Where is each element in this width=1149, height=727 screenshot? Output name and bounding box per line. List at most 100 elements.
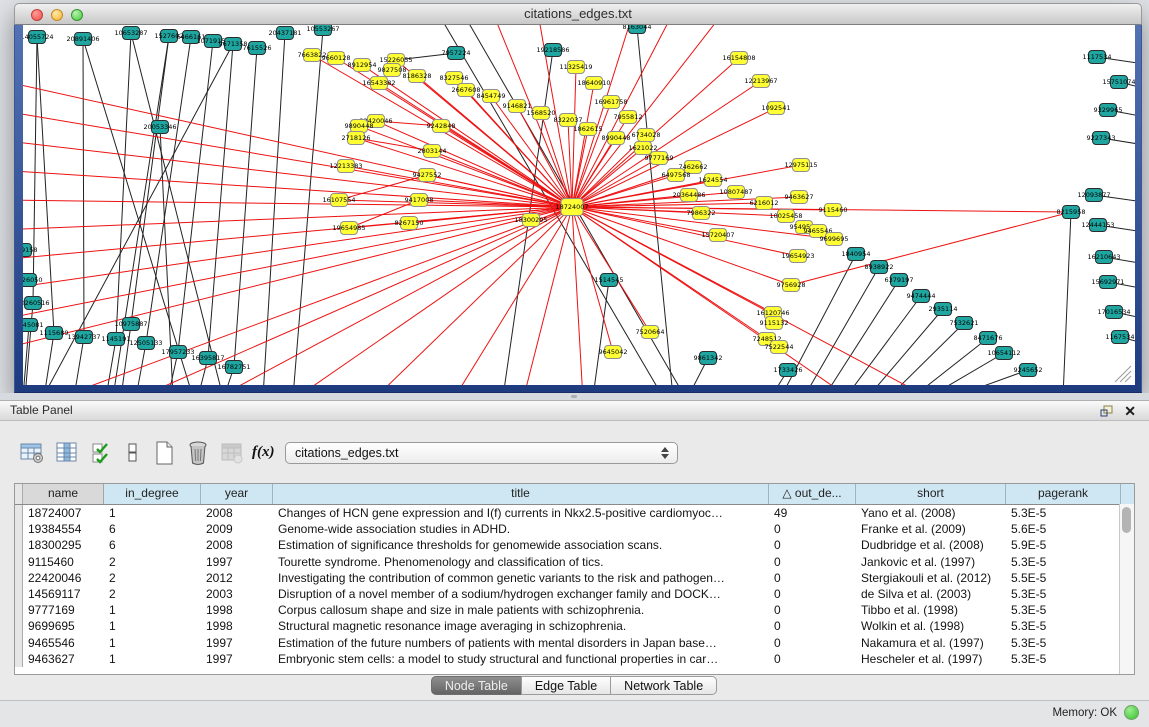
graph-node[interactable]: 1733426 [774,364,803,377]
graph-node[interactable]: 8471676 [974,332,1003,345]
graph-node[interactable]: 18640910 [577,77,610,90]
column-header-title[interactable]: title [273,484,769,504]
close-traffic-light[interactable] [31,9,43,21]
graph-node[interactable]: 6216012 [750,197,779,210]
column-header-in_degree[interactable]: in_degree [104,484,201,504]
graph-node[interactable]: 11325419 [559,61,592,74]
graph-node[interactable]: 10807487 [719,186,752,199]
table-settings-button[interactable] [18,439,46,467]
graph-node[interactable]: 9227343 [1087,132,1116,145]
graph-node[interactable]: 2935114 [929,303,958,316]
graph-node[interactable]: 9645042 [599,346,628,359]
graph-node[interactable]: 19654923 [781,250,814,263]
graph-node[interactable]: 20891406 [66,33,99,46]
graph-node[interactable]: 10654112 [987,347,1020,360]
graph-node[interactable]: 9777169 [645,152,674,165]
float-panel-icon[interactable] [1100,405,1113,417]
graph-node[interactable]: 8267150 [395,217,424,230]
row-options-button[interactable] [119,439,147,467]
graph-node[interactable]: 15751074 [1102,76,1135,89]
column-header-year[interactable]: year [201,484,273,504]
graph-node[interactable]: 9861342 [694,352,723,365]
graph-node[interactable]: 7986322 [687,207,716,220]
graph-node[interactable]: 7615526 [243,42,272,55]
graph-node[interactable]: 7522544 [765,341,794,354]
table-row[interactable]: 946362711997Embryonic stem cells: a mode… [15,651,1134,667]
delete-table-button[interactable] [218,439,246,467]
graph-node[interactable]: 16210643 [1087,251,1120,264]
table-row[interactable]: 911546021997Tourette syndrome. Phenomeno… [15,554,1134,570]
graph-node[interactable]: 8912954 [348,59,377,72]
graph-node[interactable]: 12505133 [129,337,162,350]
graph-node[interactable]: 7532621 [950,317,979,330]
graph-node[interactable]: 12975115 [784,159,817,172]
graph-node[interactable]: 9115460 [819,204,848,217]
table-row[interactable]: 1872400712008Changes of HCN gene express… [15,505,1134,521]
minimize-traffic-light[interactable] [51,9,63,21]
graph-node[interactable]: 10653287 [114,27,147,40]
graph-node[interactable]: 20053346 [143,121,176,134]
graph-node[interactable]: 12213967 [744,75,777,88]
graph-node[interactable]: 15720407 [701,229,734,242]
vertical-scrollbar[interactable] [1119,504,1134,674]
graph-node[interactable]: 17957233 [161,346,194,359]
table-row[interactable]: 977716911998Corpus callosum shape and si… [15,602,1134,618]
close-panel-icon[interactable]: ✕ [1124,403,1136,419]
show-columns-button[interactable] [53,439,81,467]
graph-node[interactable]: 19654985 [332,222,365,235]
graph-node[interactable]: 2626050 [23,274,42,287]
column-header-short[interactable]: short [856,484,1006,504]
graph-node[interactable]: 16154808 [722,52,755,65]
function-builder-button[interactable]: f(x) [252,439,280,467]
graph-node[interactable]: 1167534 [1106,331,1135,344]
graph-node[interactable]: 8938922 [865,261,894,274]
tab-network-table[interactable]: Network Table [610,676,717,695]
graph-node[interactable]: 14055724 [23,31,54,44]
column-header-pagerank[interactable]: pagerank [1006,484,1121,504]
graph-node[interactable]: 1117534 [1083,51,1112,64]
graph-node[interactable]: 10975887 [114,318,147,331]
graph-node[interactable]: 12444153 [1081,219,1114,232]
graph-node[interactable]: 1115689 [40,327,69,340]
graph-node[interactable]: 19218586 [536,44,569,57]
graph-node[interactable]: 10553267 [306,25,339,36]
graph-node[interactable]: 8215958 [1057,206,1086,219]
graph-node[interactable]: 1145191 [102,333,131,346]
graph-node[interactable]: 9427552 [413,169,442,182]
create-column-button[interactable] [150,439,178,467]
delete-column-button[interactable] [184,439,212,467]
graph-node[interactable]: 7520664 [636,326,665,339]
graph-node[interactable]: 2718126 [342,132,371,145]
graph-node[interactable]: 6734028 [632,129,661,142]
column-header-name[interactable]: name [23,484,104,504]
graph-node[interactable]: 7957224 [442,47,471,60]
tab-edge-table[interactable]: Edge Table [521,676,611,695]
graph-node[interactable]: 9890448 [345,120,374,133]
graph-node[interactable]: 1568520 [527,107,556,120]
graph-node[interactable]: 9463627 [785,191,814,204]
graph-node[interactable]: 1319158 [23,244,37,257]
table-row[interactable]: 1830029562008Estimation of significance … [15,537,1134,553]
graph-node[interactable]: 20260516 [23,297,50,310]
table-row[interactable]: 946554611997Estimation of the future num… [15,635,1134,651]
table-row[interactable]: 969969511998Structural magnetic resonanc… [15,618,1134,634]
column-header-out_de[interactable]: △ out_de... [769,484,856,504]
panel-divider[interactable] [0,393,1149,400]
zoom-traffic-light[interactable] [71,9,83,21]
table-row[interactable]: 1938455462009Genome-wide association stu… [15,521,1134,537]
graph-node[interactable]: 12093877 [1077,189,1110,202]
graph-node[interactable]: 6379197 [885,274,914,287]
graph-node[interactable]: 8454749 [477,90,506,103]
graph-node[interactable]: 6497568 [662,169,691,182]
graph-node[interactable]: 20364486 [672,189,705,202]
graph-node[interactable]: 1514545 [595,274,624,287]
graph-node[interactable]: 1862615 [574,123,603,136]
network-canvas[interactable]: 1405572420891406106532871527602646616110… [23,25,1135,385]
memory-status-indicator[interactable] [1124,705,1139,720]
graph-node[interactable]: 9245652 [1014,364,1043,377]
graph-node[interactable]: 1840954 [842,248,871,261]
tab-node-table[interactable]: Node Table [431,676,522,695]
table-row[interactable]: 1456911722003Disruption of a novel membe… [15,586,1134,602]
graph-node[interactable]: 18300295 [514,214,547,227]
graph-node[interactable]: 8327546 [440,72,469,85]
